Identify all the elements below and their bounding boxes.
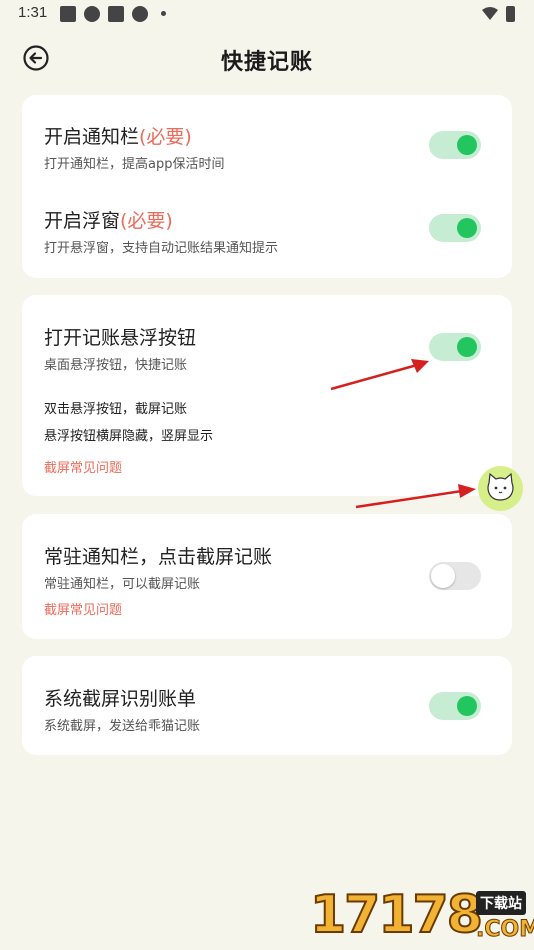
resident-notification-card: 常驻通知栏，点击截屏记账 常驻通知栏，可以截屏记账 截屏常见问题 [22, 514, 512, 639]
toggle-knob [457, 337, 477, 357]
watermark-domain: .COM [475, 917, 534, 943]
resident-notification-toggle[interactable] [429, 562, 481, 590]
annotation-arrow [355, 484, 476, 509]
app-notification-icon [84, 6, 100, 22]
floating-button-tip-2: 悬浮按钮横屏隐藏，竖屏显示 [44, 429, 214, 444]
notification-icon-2 [108, 6, 124, 22]
floating-button-setting-title: 打开记账悬浮按钮 [44, 327, 197, 349]
app-notification-icon-2 [132, 6, 148, 22]
floating-window-setting-subtitle: 打开悬浮窗，支持自动记账结果通知提示 [44, 241, 279, 256]
toggle-knob [457, 696, 477, 716]
cat-icon [487, 472, 514, 501]
floating-window-setting-title: 开启浮窗(必要) [44, 210, 173, 232]
more-notifications-dot [161, 11, 166, 16]
resident-notification-title: 常驻通知栏，点击截屏记账 [44, 546, 273, 568]
annotation-arrow [330, 359, 429, 391]
system-screenshot-card: 系统截屏识别账单 系统截屏，发送给乖猫记账 [22, 656, 512, 755]
system-screenshot-title: 系统截屏识别账单 [44, 688, 197, 710]
page-title: 快捷记账 [220, 50, 313, 75]
floating-window-toggle[interactable] [429, 214, 481, 242]
system-screenshot-toggle[interactable] [429, 692, 481, 720]
notification-setting-title: 开启通知栏(必要) [44, 126, 192, 148]
notification-icon [60, 6, 76, 22]
system-screenshot-subtitle: 系统截屏，发送给乖猫记账 [44, 719, 201, 734]
floating-record-button[interactable] [478, 466, 523, 511]
wifi-battery-icon [482, 6, 515, 22]
watermark-badge: 下载站 [476, 891, 526, 915]
floating-button-toggle[interactable] [429, 333, 481, 361]
screenshot-faq-link[interactable]: 截屏常见问题 [44, 599, 122, 618]
permissions-card: 开启通知栏(必要) 打开通知栏，提高app保活时间 开启浮窗(必要) 打开悬浮窗… [22, 95, 512, 278]
notification-setting-subtitle: 打开通知栏，提高app保活时间 [44, 157, 225, 172]
toggle-knob [457, 135, 477, 155]
status-right [480, 5, 520, 27]
resident-notification-subtitle: 常驻通知栏，可以截屏记账 [44, 577, 201, 592]
status-time: 1:31 [18, 4, 48, 21]
header: 快捷记账 [0, 32, 534, 88]
floating-button-setting-subtitle: 桌面悬浮按钮，快捷记账 [44, 358, 188, 373]
site-watermark: 17178 下载站 .COM [309, 884, 534, 950]
floating-button-card: 打开记账悬浮按钮 桌面悬浮按钮，快捷记账 双击悬浮按钮，截屏记账 悬浮按钮横屏隐… [22, 295, 512, 496]
watermark-number: 17178 [309, 884, 484, 946]
notification-toggle[interactable] [429, 131, 481, 159]
toggle-knob [457, 218, 477, 238]
status-bar: 1:31 [0, 0, 534, 28]
floating-button-tip-1: 双击悬浮按钮，截屏记账 [44, 402, 188, 417]
screenshot-faq-link[interactable]: 截屏常见问题 [44, 457, 122, 476]
required-tag: (必要) [120, 210, 173, 232]
required-tag: (必要) [139, 126, 192, 148]
toggle-knob [431, 564, 455, 588]
